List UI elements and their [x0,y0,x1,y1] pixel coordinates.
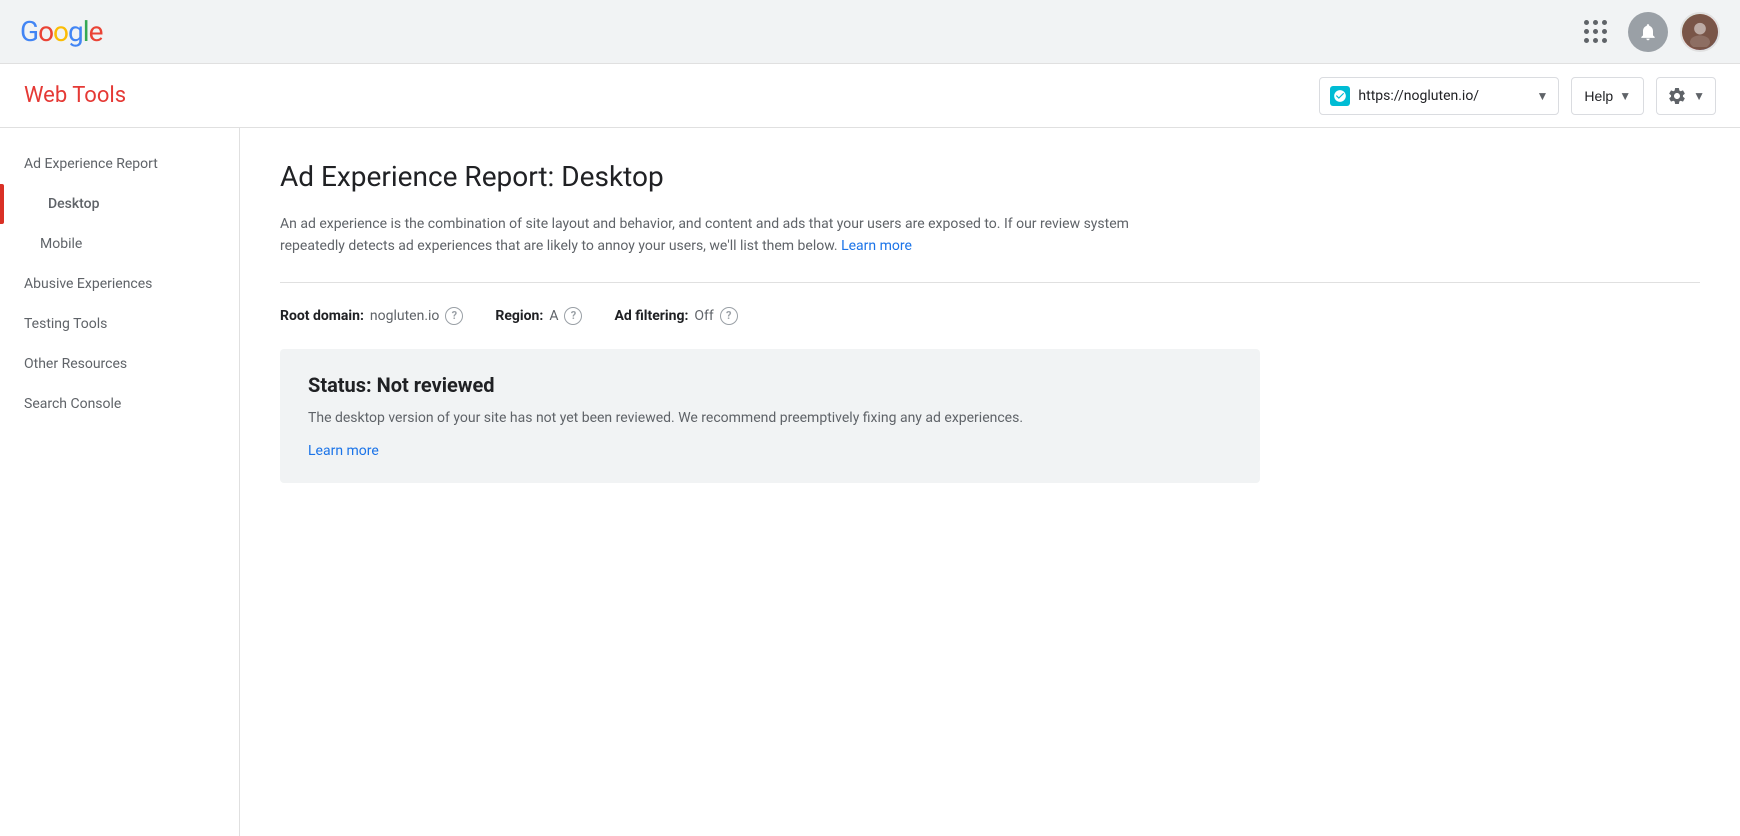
logo-G: G [20,15,38,48]
sidebar-item-other-resources[interactable]: Other Resources [0,344,239,384]
sidebar-item-ad-experience[interactable]: Ad Experience Report [0,144,239,184]
divider [280,282,1700,283]
description-text: An ad experience is the combination of s… [280,213,1180,258]
sidebar-label-testing: Testing Tools [24,316,107,332]
sidebar: Ad Experience Report Desktop Mobile Abus… [0,128,240,836]
header-bar: Web Tools https://nogluten.io/ ▼ Help ▼ … [0,64,1740,128]
top-bar: Google [0,0,1740,64]
logo-o2: o [53,15,68,48]
sidebar-item-mobile[interactable]: Mobile [0,224,239,264]
sidebar-label-desktop: Desktop [48,196,99,212]
top-bar-right [1576,12,1720,52]
page-title: Ad Experience Report: Desktop [280,160,1700,193]
header-controls: https://nogluten.io/ ▼ Help ▼ ▼ [1319,77,1716,115]
content-area: Ad Experience Report: Desktop An ad expe… [240,128,1740,836]
bell-icon [1638,22,1658,42]
sidebar-item-testing[interactable]: Testing Tools [0,304,239,344]
learn-more-inline-link[interactable]: Learn more [841,238,912,254]
help-chevron-icon: ▼ [1619,89,1631,103]
sidebar-label-other-resources: Other Resources [24,356,127,372]
url-icon [1330,86,1350,106]
sidebar-label-ad-experience: Ad Experience Report [24,156,158,172]
url-selector[interactable]: https://nogluten.io/ ▼ [1319,77,1559,115]
help-label: Help [1584,88,1613,104]
status-description: The desktop version of your site has not… [308,407,1232,429]
description-body: An ad experience is the combination of s… [280,216,1129,254]
gear-icon [1667,86,1687,106]
app-title: Web Tools [24,83,126,108]
user-avatar[interactable] [1680,12,1720,52]
meta-region: Region: A ? [495,307,582,325]
ad-filtering-label: Ad filtering: [614,308,688,324]
url-chevron-icon: ▼ [1537,89,1549,103]
main-layout: Ad Experience Report Desktop Mobile Abus… [0,128,1740,836]
meta-ad-filtering: Ad filtering: Off ? [614,307,737,325]
region-label: Region: [495,308,543,324]
sidebar-label-abusive: Abusive Experiences [24,276,152,292]
ad-filtering-help-icon[interactable]: ? [720,307,738,325]
sidebar-item-abusive[interactable]: Abusive Experiences [0,264,239,304]
sidebar-item-desktop[interactable]: Desktop [0,184,239,224]
meta-row: Root domain: nogluten.io ? Region: A ? A… [280,307,1700,325]
settings-button[interactable]: ▼ [1656,77,1716,115]
region-value: A [549,308,558,324]
sidebar-item-search-console[interactable]: Search Console [0,384,239,424]
root-domain-label: Root domain: [280,308,364,324]
status-learn-more-link[interactable]: Learn more [308,443,379,459]
sidebar-label-mobile: Mobile [40,236,82,252]
top-bar-left: Google [20,15,102,48]
avatar-image [1682,14,1718,50]
meta-root-domain: Root domain: nogluten.io ? [280,307,463,325]
url-text: https://nogluten.io/ [1358,88,1528,104]
sidebar-label-search-console: Search Console [24,396,121,412]
root-domain-help-icon[interactable]: ? [445,307,463,325]
notifications-button[interactable] [1628,12,1668,52]
root-domain-value: nogluten.io [370,308,440,324]
help-button[interactable]: Help ▼ [1571,77,1644,115]
grid-apps-button[interactable] [1576,12,1616,52]
logo-e: e [89,15,103,48]
logo-o1: o [38,15,53,48]
ad-filtering-value: Off [694,308,713,324]
region-help-icon[interactable]: ? [564,307,582,325]
status-title: Status: Not reviewed [308,373,1232,397]
status-card: Status: Not reviewed The desktop version… [280,349,1260,483]
grid-icon [1584,20,1608,44]
logo-g: g [68,15,83,48]
settings-chevron-icon: ▼ [1693,89,1705,103]
google-logo: Google [20,15,102,48]
